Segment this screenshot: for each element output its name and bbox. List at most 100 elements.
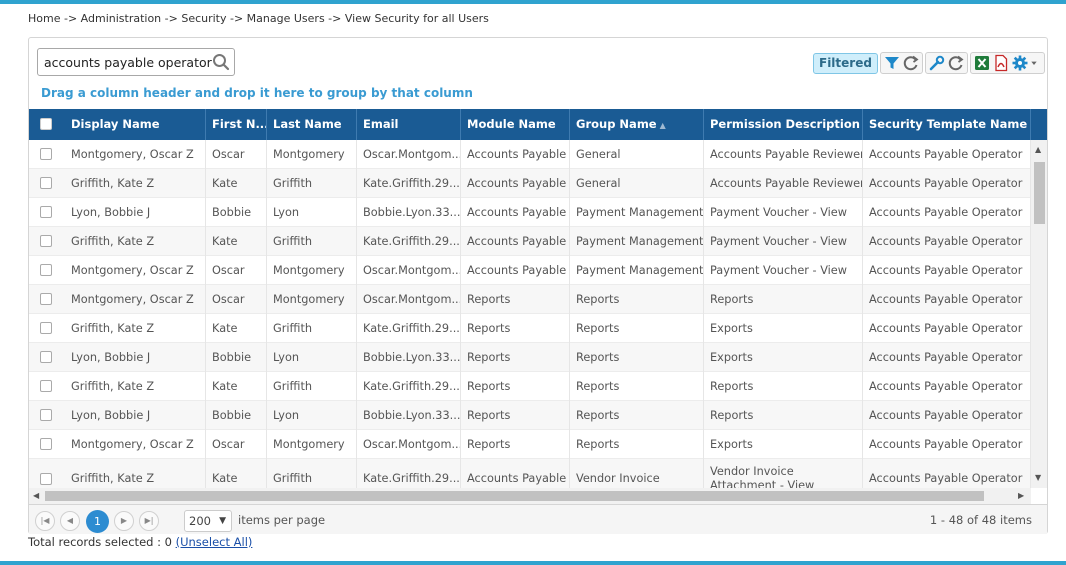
table-row[interactable]: Lyon, Bobbie J Bobbie Lyon Bobbie.Lyon.33..… xyxy=(29,198,1031,227)
cell-security-template-name: Accounts Payable Operator xyxy=(863,372,1031,401)
caret-down-icon[interactable] xyxy=(1030,54,1042,72)
cell-security-template-name: Accounts Payable Operator xyxy=(863,459,1031,488)
vertical-scroll-thumb[interactable] xyxy=(1034,162,1045,224)
search-icon[interactable] xyxy=(212,53,230,71)
cell-last-name: Montgomery xyxy=(267,140,357,169)
cell-first-name: Oscar xyxy=(206,430,267,459)
scroll-right-icon[interactable]: ▶ xyxy=(1018,491,1024,500)
next-page-icon[interactable]: ▶ xyxy=(114,511,134,531)
row-checkbox[interactable] xyxy=(40,380,52,392)
cell-display-name: Montgomery, Oscar Z xyxy=(65,285,206,314)
table-row[interactable]: Griffith, Kate Z Kate Griffith Kate.Griffit… xyxy=(29,372,1031,401)
cell-last-name: Griffith xyxy=(267,169,357,198)
column-header-permission-description[interactable]: Permission Description xyxy=(704,109,863,140)
row-checkbox[interactable] xyxy=(40,409,52,421)
search-input-value[interactable]: accounts payable operator xyxy=(44,55,212,70)
column-header-last-name[interactable]: Last Name xyxy=(267,109,357,140)
cell-last-name: Griffith xyxy=(267,314,357,343)
cell-module-name: Accounts Payable xyxy=(461,140,570,169)
pager: |◀ ◀ 1 ▶ ▶| 200 ▼ items per page 1 - 48 … xyxy=(29,504,1047,534)
cell-display-name: Griffith, Kate Z xyxy=(65,459,206,488)
horizontal-scrollbar[interactable]: ◀ ▶ xyxy=(29,488,1031,504)
row-checkbox[interactable] xyxy=(40,206,52,218)
scroll-left-icon[interactable]: ◀ xyxy=(33,491,39,500)
cell-permission-description: Reports xyxy=(704,285,863,314)
cell-group-name: Vendor Invoice xyxy=(570,459,704,488)
cell-security-template-name: Accounts Payable Operator xyxy=(863,314,1031,343)
table-row[interactable]: Montgomery, Oscar Z Oscar Montgomery Oscar.… xyxy=(29,285,1031,314)
cell-first-name: Oscar xyxy=(206,285,267,314)
first-page-icon[interactable]: |◀ xyxy=(35,511,55,531)
column-header-security-template-name[interactable]: Security Template Name xyxy=(863,109,1031,140)
row-checkbox[interactable] xyxy=(40,351,52,363)
last-page-icon[interactable]: ▶| xyxy=(139,511,159,531)
cell-last-name: Griffith xyxy=(267,372,357,401)
table-row[interactable]: Lyon, Bobbie J Bobbie Lyon Bobbie.Lyon.33..… xyxy=(29,401,1031,430)
column-header-first-name[interactable]: First N... xyxy=(206,109,267,140)
grid-panel: accounts payable operator Drag a column … xyxy=(28,37,1048,534)
filtered-badge[interactable]: Filtered xyxy=(813,52,878,74)
cell-group-name: Payment Management xyxy=(570,256,704,285)
table-row[interactable]: Griffith, Kate Z Kate Griffith Kate.Griffit… xyxy=(29,459,1031,488)
cell-email: Kate.Griffith.29... xyxy=(357,227,461,256)
cell-display-name: Griffith, Kate Z xyxy=(65,169,206,198)
cell-display-name: Lyon, Bobbie J xyxy=(65,343,206,372)
row-checkbox[interactable] xyxy=(40,438,52,450)
cell-group-name: Reports xyxy=(570,343,704,372)
cell-email: Oscar.Montgom... xyxy=(357,256,461,285)
filter-icon[interactable] xyxy=(883,54,901,72)
column-header-email[interactable]: Email xyxy=(357,109,461,140)
cell-module-name: Reports xyxy=(461,343,570,372)
row-checkbox[interactable] xyxy=(40,235,52,247)
column-header-display-name[interactable]: Display Name xyxy=(65,109,206,140)
cell-last-name: Lyon xyxy=(267,198,357,227)
cell-last-name: Griffith xyxy=(267,459,357,488)
cell-email: Kate.Griffith.29... xyxy=(357,169,461,198)
cell-email: Bobbie.Lyon.33... xyxy=(357,401,461,430)
pdf-icon[interactable] xyxy=(992,54,1010,72)
cell-email: Kate.Griffith.29... xyxy=(357,459,461,488)
table-row[interactable]: Griffith, Kate Z Kate Griffith Kate.Griffit… xyxy=(29,227,1031,256)
cell-permission-description: Exports xyxy=(704,343,863,372)
scroll-up-icon[interactable]: ▲ xyxy=(1035,145,1041,154)
table-row[interactable]: Griffith, Kate Z Kate Griffith Kate.Griffit… xyxy=(29,169,1031,198)
select-all-checkbox[interactable] xyxy=(40,118,52,130)
row-checkbox[interactable] xyxy=(40,322,52,334)
refresh-icon[interactable] xyxy=(947,54,965,72)
table-row[interactable]: Montgomery, Oscar Z Oscar Montgomery Oscar.… xyxy=(29,256,1031,285)
cell-first-name: Kate xyxy=(206,169,267,198)
cell-display-name: Lyon, Bobbie J xyxy=(65,198,206,227)
cell-group-name: Payment Management xyxy=(570,198,704,227)
horizontal-scroll-thumb[interactable] xyxy=(45,491,984,501)
column-header-group-name[interactable]: Group Name ▲ xyxy=(570,109,704,140)
row-checkbox[interactable] xyxy=(40,177,52,189)
refresh-icon[interactable] xyxy=(902,54,920,72)
vertical-scrollbar[interactable]: ▲ ▼ xyxy=(1031,140,1047,488)
cell-last-name: Lyon xyxy=(267,401,357,430)
cell-email: Oscar.Montgom... xyxy=(357,285,461,314)
table-row[interactable]: Griffith, Kate Z Kate Griffith Kate.Griffit… xyxy=(29,314,1031,343)
cell-group-name: General xyxy=(570,169,704,198)
sort-asc-icon[interactable]: ▲ xyxy=(660,121,666,130)
row-checkbox[interactable] xyxy=(40,293,52,305)
cell-module-name: Reports xyxy=(461,401,570,430)
page-size-select[interactable]: 200 ▼ xyxy=(184,510,232,532)
search-input[interactable]: accounts payable operator xyxy=(37,48,235,76)
grid-body: Montgomery, Oscar Z Oscar Montgomery Oscar.… xyxy=(29,140,1031,488)
cell-permission-description: Reports xyxy=(704,372,863,401)
breadcrumb: Home -> Administration -> Security -> Ma… xyxy=(28,12,489,25)
gear-icon[interactable] xyxy=(1011,54,1029,72)
column-header-module-name[interactable]: Module Name xyxy=(461,109,570,140)
excel-icon[interactable] xyxy=(973,54,991,72)
row-checkbox[interactable] xyxy=(40,473,52,485)
wrench-icon[interactable] xyxy=(928,54,946,72)
table-row[interactable]: Lyon, Bobbie J Bobbie Lyon Bobbie.Lyon.33..… xyxy=(29,343,1031,372)
row-checkbox[interactable] xyxy=(40,264,52,276)
scroll-down-icon[interactable]: ▼ xyxy=(1035,473,1041,482)
table-row[interactable]: Montgomery, Oscar Z Oscar Montgomery Oscar.… xyxy=(29,140,1031,169)
row-checkbox[interactable] xyxy=(40,148,52,160)
prev-page-icon[interactable]: ◀ xyxy=(60,511,80,531)
unselect-all-link[interactable]: (Unselect All) xyxy=(176,535,253,549)
current-page-button[interactable]: 1 xyxy=(86,510,109,533)
table-row[interactable]: Montgomery, Oscar Z Oscar Montgomery Oscar.… xyxy=(29,430,1031,459)
